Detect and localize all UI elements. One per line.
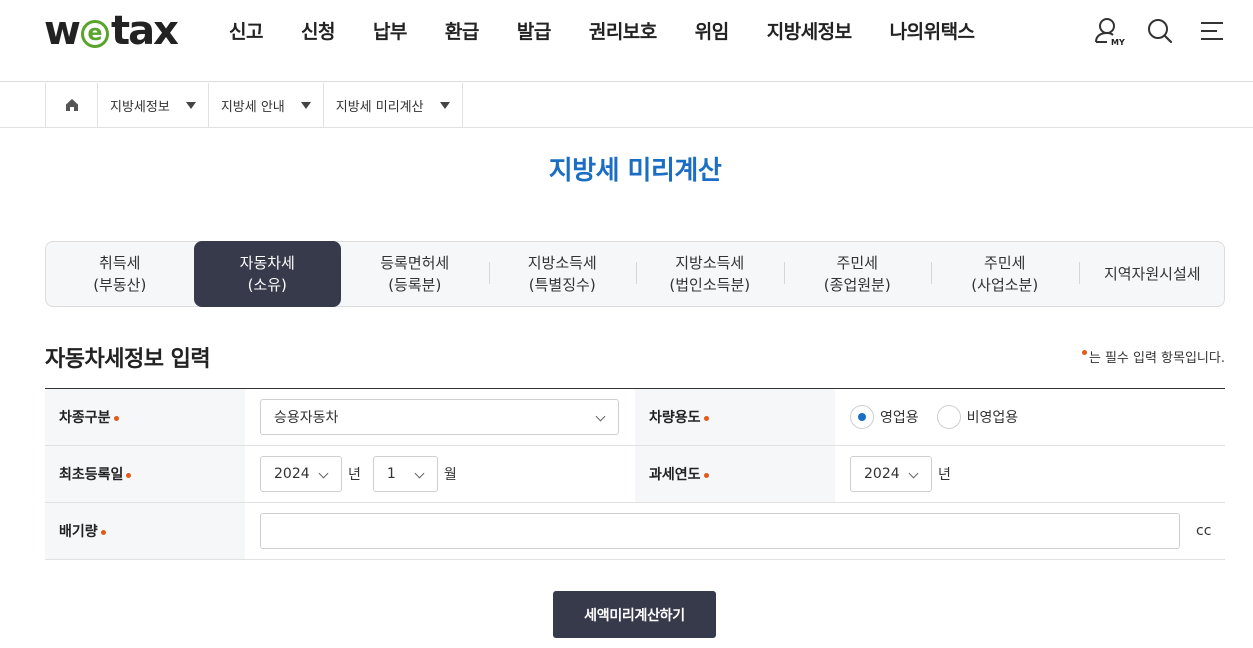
logo-e-mark: e [80, 20, 109, 48]
first-reg-year-select[interactable]: 2024 [260, 456, 342, 492]
tax-type-tabs: 취득세 (부동산) 자동차세 (소유) 등록면허세 (등록분) 지방소득세 (특별징수)… [45, 241, 1225, 307]
nav-item-report[interactable]: 신고 [210, 18, 282, 46]
required-note: 는 필수 입력 항목입니다. [1079, 347, 1225, 366]
required-dot-icon [100, 530, 106, 535]
first-reg-month-select[interactable]: 1 [372, 456, 438, 492]
required-dot-icon [703, 416, 709, 421]
nav-item-delegation[interactable]: 위임 [676, 18, 748, 46]
nav-item-my-wetax[interactable]: 나의위택스 [871, 18, 994, 46]
logo-suffix: tax [110, 8, 179, 54]
use-nonbusiness-radio[interactable]: 비영업용 [936, 405, 1018, 429]
nav-item-local-tax-info[interactable]: 지방세정보 [748, 18, 871, 46]
calculate-button[interactable]: 세액미리계산하기 [553, 591, 716, 638]
cc-unit: cc [1196, 523, 1212, 539]
caret-down-icon [185, 101, 196, 109]
tab-local-income-tax-corporate[interactable]: 지방소득세 (법인소득분) [636, 242, 784, 306]
utility-icons: MY [1093, 16, 1227, 47]
vehicle-type-label: 차종구분 [45, 389, 245, 445]
nav-item-payment[interactable]: 납부 [354, 18, 426, 46]
nav-item-apply[interactable]: 신청 [282, 18, 354, 46]
displacement-label: 배기량 [45, 503, 245, 559]
tab-resident-tax-employee[interactable]: 주민세 (종업원분) [783, 242, 932, 306]
tab-acquisition-tax[interactable]: 취득세 (부동산) [46, 242, 194, 306]
breadcrumb-item-tax-precalc[interactable]: 지방세 미리계산 [324, 83, 463, 127]
section-title: 자동차세정보 입력 [45, 347, 211, 372]
page-title: 지방세 미리계산 [548, 156, 722, 186]
nav-item-rights[interactable]: 권리보호 [570, 18, 676, 46]
nav-item-refund[interactable]: 환급 [426, 18, 498, 46]
my-badge: MY [1111, 38, 1125, 47]
breadcrumb: 지방세정보 지방세 안내 지방세 미리계산 [0, 83, 1253, 128]
tax-year-select[interactable]: 2024 [850, 456, 932, 492]
breadcrumb-item-local-tax-info[interactable]: 지방세정보 [98, 83, 209, 127]
wetax-logo[interactable]: w e tax [44, 8, 179, 54]
vehicle-type-select[interactable]: 승용자동차 [260, 399, 619, 435]
use-business-radio[interactable]: 영업용 [850, 405, 919, 429]
radio-unchecked-icon [936, 405, 961, 429]
tab-regional-resource-tax[interactable]: 지역자원시설세 [1078, 242, 1227, 306]
home-icon[interactable] [46, 83, 98, 127]
chevron-down-icon [908, 468, 919, 479]
form-row-displacement: 배기량 cc [45, 503, 1225, 560]
tab-vehicle-tax[interactable]: 자동차세 (소유) [193, 241, 341, 307]
radio-checked-icon [850, 405, 874, 429]
menu-icon[interactable] [1197, 16, 1227, 46]
required-dot-icon [126, 473, 132, 478]
my-user-icon[interactable]: MY [1093, 16, 1125, 47]
tax-year-unit: 년 [938, 467, 951, 483]
displacement-input[interactable] [260, 513, 1180, 549]
tab-local-income-tax-withholding[interactable]: 지방소득세 (특별징수) [488, 242, 637, 306]
main-nav: 신고 신청 납부 환급 발급 권리보호 위임 지방세정보 나의위택스 [210, 18, 994, 46]
site-header: w e tax 신고 신청 납부 환급 발급 권리보호 위임 지방세정보 나의위택스… [0, 0, 1253, 82]
nav-item-issuance[interactable]: 발급 [498, 18, 570, 46]
chevron-down-icon [595, 411, 606, 422]
required-dot-icon [703, 473, 709, 478]
form-row-dates: 최초등록일 2024 년 1 월 과세연도 2024 년 [45, 446, 1225, 503]
first-registration-label: 최초등록일 [45, 446, 245, 502]
chevron-down-icon [414, 468, 425, 479]
tab-resident-tax-business[interactable]: 주민세 (사업소분) [931, 242, 1079, 306]
chevron-down-icon [318, 468, 329, 479]
search-icon[interactable] [1145, 16, 1175, 46]
tab-registration-license-tax[interactable]: 등록면허세 (등록분) [341, 242, 489, 306]
caret-down-icon [300, 101, 311, 109]
caret-down-icon [439, 101, 450, 109]
tax-year-label: 과세연도 [635, 446, 835, 502]
month-unit: 월 [443, 467, 457, 483]
vehicle-tax-form: 차종구분 승용자동차 차량용도 영업용 비영업용 최초등록일 2024 년 1 … [45, 388, 1225, 560]
logo-prefix: w [44, 8, 81, 54]
breadcrumb-item-local-tax-guide[interactable]: 지방세 안내 [209, 83, 324, 127]
form-row-type: 차종구분 승용자동차 차량용도 영업용 비영업용 [45, 389, 1225, 446]
required-dot-icon [113, 416, 119, 421]
required-dot-icon [1081, 350, 1087, 355]
vehicle-use-label: 차량용도 [635, 389, 835, 445]
year-unit: 년 [348, 467, 361, 483]
